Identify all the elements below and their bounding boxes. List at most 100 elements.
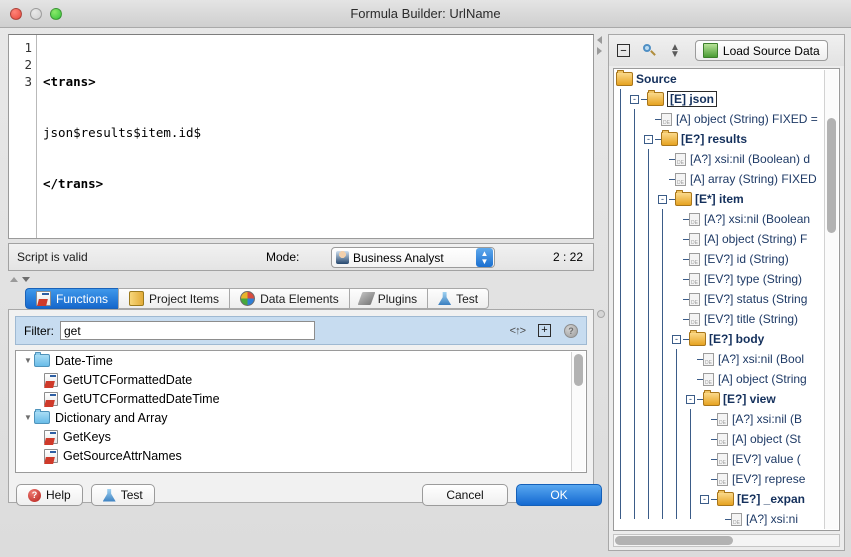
chevron-down-icon[interactable]: ▼ [22, 413, 34, 422]
source-tree-node[interactable]: DE[EV?] type (String) [614, 269, 827, 289]
source-tree-node[interactable]: DE[A?] xsi:nil (Boolean [614, 209, 827, 229]
cancel-button[interactable]: Cancel [422, 484, 508, 506]
tree-expander-icon[interactable]: - [700, 495, 709, 504]
data-element-icon: DE [689, 313, 700, 326]
help-icon[interactable]: ? [564, 324, 578, 338]
chevron-right-icon[interactable] [597, 47, 602, 55]
function-tree-scrollbar[interactable] [571, 352, 585, 471]
source-tree-node[interactable]: - [E?] _expan [614, 489, 827, 509]
tree-leaf-row[interactable]: GetUTCFormattedDate [16, 370, 586, 389]
collapse-up-icon[interactable] [10, 277, 18, 282]
source-tree-node[interactable]: DE[EV?] status (String [614, 289, 827, 309]
source-tree-node[interactable]: DE[A] object (St [614, 429, 827, 449]
source-tree-node[interactable]: DE[A] object (String) FIXED = [614, 109, 827, 129]
tab-label: Plugins [378, 292, 417, 306]
source-tree-node-label: [EV?] title (String) [704, 312, 798, 326]
source-tree-node[interactable]: - [E?] body [614, 329, 827, 349]
source-tree-node-label: [A] object (String) F [704, 232, 807, 246]
source-tree-node[interactable]: DE[EV?] value ( [614, 449, 827, 469]
test-button-label: Test [121, 488, 143, 502]
source-tree-node[interactable]: DE[A] array (String) FIXED [614, 169, 827, 189]
collapse-down-icon[interactable] [22, 277, 30, 282]
function-icon [36, 291, 51, 306]
tree-expander-icon[interactable]: - [658, 195, 667, 204]
source-tree-node[interactable]: DE[A] object (String) F [614, 229, 827, 249]
window-title: Formula Builder: UrlName [0, 6, 851, 21]
divider-grip[interactable] [597, 310, 605, 318]
tab-data-elements[interactable]: Data Elements [229, 288, 349, 309]
source-tree-node[interactable]: -[E?] results [614, 129, 827, 149]
source-tree-node[interactable]: DE [EV?] title (String) [614, 309, 827, 329]
tab-test[interactable]: Test [427, 288, 489, 309]
tree-leaf-row[interactable]: GetKeys [16, 427, 586, 446]
source-tree-node[interactable]: Source [614, 69, 827, 89]
add-icon[interactable]: + [538, 324, 551, 337]
source-tree[interactable]: Source - [E] json DE[A] object (String) FIX… [613, 68, 840, 531]
data-element-icon: DE [689, 293, 700, 306]
tree-expander-icon[interactable]: - [644, 135, 653, 144]
help-button[interactable]: ? Help [16, 484, 83, 506]
code-area[interactable]: <trans> json$results$item.id$ </trans> [37, 35, 593, 238]
collapse-all-icon[interactable]: − [617, 44, 630, 57]
source-tree-node-label: [E?] _expan [737, 492, 805, 506]
chevron-down-icon[interactable]: ▼ [22, 356, 34, 365]
ok-button[interactable]: OK [516, 484, 602, 506]
source-tree-node[interactable]: -[E*] item [614, 189, 827, 209]
source-tree-scrollbar[interactable] [824, 70, 838, 529]
pane-divider[interactable] [596, 34, 607, 550]
scrollbar-thumb[interactable] [574, 354, 583, 386]
tree-guide-line [634, 109, 635, 519]
source-tree-node-label: [A?] xsi:ni [746, 512, 798, 526]
chevron-left-icon[interactable] [597, 36, 602, 44]
function-tree[interactable]: ▼ Date-Time GetUTCFormattedDate GetUTCFo… [15, 350, 587, 473]
load-source-data-button[interactable]: Load Source Data [695, 40, 828, 61]
folder-icon [703, 392, 720, 406]
tab-plugins[interactable]: Plugins [349, 288, 427, 309]
tree-expander-icon[interactable]: - [686, 395, 695, 404]
source-tree-node[interactable]: DE[A?] xsi:nil (Boolean) d [614, 149, 827, 169]
tree-leaf-row[interactable]: GetUTCFormattedDateTime [16, 389, 586, 408]
pane-splitter-handle[interactable] [8, 274, 594, 285]
source-tree-node[interactable]: - [E] json [614, 89, 827, 109]
functions-panel: Filter: <↑> + ? ▼ Date-Time [8, 309, 594, 503]
tree-item-label: GetUTCFormattedDate [63, 373, 192, 387]
tree-leaf-row[interactable]: GetSourceAttrNames [16, 446, 586, 465]
tab-functions[interactable]: Functions [25, 288, 118, 309]
tree-item-label: GetKeys [63, 430, 111, 444]
scrollbar-thumb[interactable] [615, 536, 733, 545]
magnifier-icon[interactable] [643, 44, 657, 58]
source-tree-rows: Source - [E] json DE[A] object (String) FIX… [614, 69, 827, 529]
divider-arrows[interactable] [597, 36, 602, 55]
tab-label: Test [456, 292, 478, 306]
source-tree-node[interactable]: -[E?] view [614, 389, 827, 409]
data-element-icon: DE [675, 153, 686, 166]
test-button[interactable]: Test [91, 484, 155, 506]
source-tree-node[interactable]: DE[EV?] id (String) [614, 249, 827, 269]
up-down-icon[interactable]: ▲▼ [670, 44, 680, 58]
tree-expander-icon[interactable]: - [672, 335, 681, 344]
code-line: <trans> [43, 73, 593, 90]
test-icon [103, 489, 116, 502]
source-tree-node-label: [A] object (String [718, 372, 807, 386]
source-tree-node-label: [E?] body [709, 332, 764, 346]
chevron-updown-icon[interactable]: ▲▼ [476, 248, 493, 267]
tree-folder-row[interactable]: ▼ Date-Time [16, 351, 586, 370]
tab-project-items[interactable]: Project Items [118, 288, 229, 309]
scrollbar-thumb[interactable] [827, 118, 836, 233]
filter-input[interactable] [60, 321, 315, 340]
source-tree-node-label: [A?] xsi:nil (Bool [718, 352, 804, 366]
source-tree-node[interactable]: DE[EV?] represe [614, 469, 827, 489]
expand-all-icon[interactable]: <↑> [510, 325, 525, 337]
source-tree-node[interactable]: DE[A] object (String [614, 369, 827, 389]
source-tree-node-label: [EV?] value ( [732, 452, 801, 466]
source-tree-node[interactable]: DE[A?] xsi:nil (B [614, 409, 827, 429]
project-icon [129, 291, 144, 306]
source-tree-hscrollbar[interactable] [613, 534, 840, 547]
formula-editor[interactable]: 1 2 3 <trans> json$results$item.id$ </tr… [8, 34, 594, 239]
source-tree-node-label: [E] json [667, 91, 717, 107]
tree-folder-row[interactable]: ▼ Dictionary and Array [16, 408, 586, 427]
source-tree-node[interactable]: DE[A?] xsi:nil (Bool [614, 349, 827, 369]
tree-expander-icon[interactable]: - [630, 95, 639, 104]
mode-select[interactable]: Business Analyst ▲▼ [331, 247, 495, 268]
source-tree-node[interactable]: DE[A?] xsi:ni [614, 509, 827, 529]
